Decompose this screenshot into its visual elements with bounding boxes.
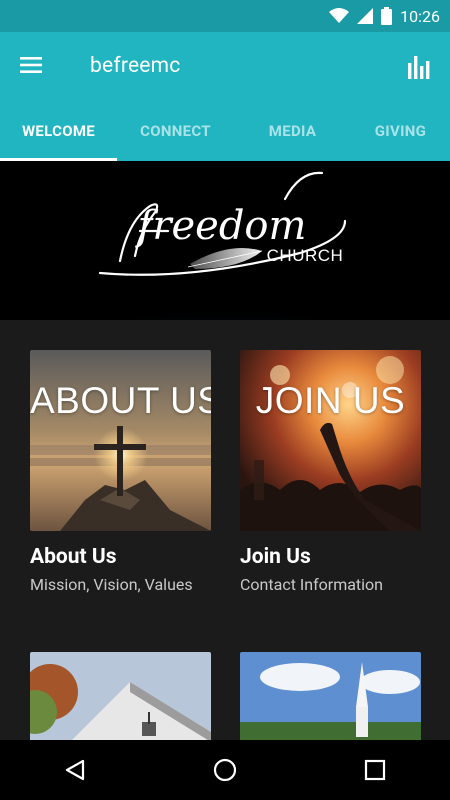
app-bar: befreemc: [0, 32, 450, 102]
freedom-church-logo: freedom CHURCH: [0, 161, 450, 320]
about-us-overlay-text: ABOUT US: [30, 380, 211, 421]
church-steeple-image: [240, 652, 421, 740]
back-icon[interactable]: [45, 740, 105, 800]
join-us-card[interactable]: JOIN US Join Us Contact Information: [240, 350, 421, 594]
church-steeple-card[interactable]: [240, 652, 421, 740]
system-nav-bar: [0, 740, 450, 800]
home-icon[interactable]: [195, 740, 255, 800]
banner-logo-word: CHURCH: [267, 246, 344, 265]
recents-icon[interactable]: [345, 740, 405, 800]
stats-bars-icon[interactable]: [406, 53, 434, 81]
about-us-image: ABOUT US: [30, 350, 211, 531]
about-us-card[interactable]: ABOUT US About Us Mission, Vision, Value…: [30, 350, 211, 594]
tab-giving[interactable]: GIVING: [351, 102, 450, 161]
status-time: 10:26: [400, 6, 440, 26]
wifi-icon: [329, 8, 350, 24]
status-bar: 10:26: [0, 0, 450, 32]
tab-media[interactable]: MEDIA: [234, 102, 351, 161]
cell-signal-icon: [357, 8, 374, 24]
join-us-overlay-text: JOIN US: [255, 380, 406, 421]
card-title: About Us: [30, 545, 117, 569]
content-grid: ABOUT US About Us Mission, Vision, Value…: [0, 320, 450, 740]
church-building-card[interactable]: [30, 652, 211, 740]
hamburger-menu-icon[interactable]: [18, 54, 48, 80]
tab-connect[interactable]: CONNECT: [117, 102, 234, 161]
card-subtitle: Mission, Vision, Values: [30, 575, 193, 594]
join-us-image: JOIN US: [240, 350, 421, 531]
card-title: Join Us: [240, 545, 311, 569]
battery-icon: [381, 7, 393, 25]
church-building-image: [30, 652, 211, 740]
church-banner: freedom CHURCH: [0, 161, 450, 320]
card-subtitle: Contact Information: [240, 575, 384, 594]
app-title: befreemc: [90, 54, 181, 78]
tab-welcome[interactable]: WELCOME: [0, 102, 117, 161]
banner-logo-script: freedom: [135, 203, 307, 249]
tab-bar: WELCOME CONNECT MEDIA GIVING: [0, 102, 450, 161]
